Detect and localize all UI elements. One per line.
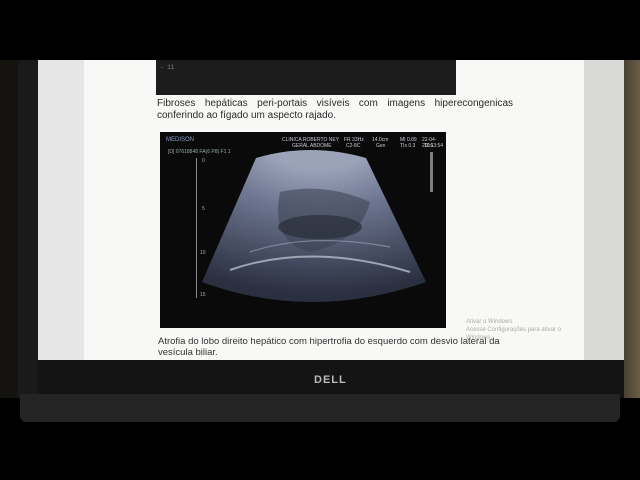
- depth-tick: 10: [200, 250, 206, 256]
- gain-mode: Gen: [376, 143, 386, 149]
- dell-logo: DELL: [314, 374, 347, 386]
- exam-time: 11:13:54: [424, 143, 444, 149]
- background-wall-left: [0, 60, 20, 420]
- watermark-line: Ativar o Windows: [466, 319, 513, 325]
- page-right-margin: [584, 60, 624, 360]
- device-brand: MEDISON: [166, 137, 195, 143]
- laptop-hinge: [20, 394, 620, 422]
- tis-value: TIs 0.3: [400, 143, 416, 149]
- ultrasound-image: 0 5 10 15 MEDISON [D] 07618848 FA(6 P8) …: [160, 132, 446, 328]
- caption-atrophy: Atrofia do lobo direito hepático com hip…: [158, 336, 500, 358]
- background-top: [0, 0, 640, 60]
- watermark-line: Acesse Configurações para ativar o Windo…: [466, 327, 562, 341]
- depth-tick: 0: [202, 158, 205, 164]
- previous-ultrasound-image: - 11: [156, 60, 456, 95]
- depth-scale: [196, 158, 199, 298]
- depth-tick: 15: [200, 292, 206, 298]
- depth-tick: 5: [202, 206, 205, 212]
- caption-fibrosis: Fibroses hepáticas peri-portais visíveis…: [157, 98, 513, 121]
- exam-type: GERAL ABDOME: [292, 143, 332, 149]
- windows-activation-watermark: Ativar o Windows Acesse Configurações pa…: [466, 318, 586, 342]
- probe-type: C2-8C: [346, 143, 361, 149]
- image-marker: - 11: [160, 64, 175, 71]
- laptop-screen: - 11 Fibroses hepáticas peri-portais vis…: [38, 60, 624, 360]
- patient-id: [D] 07618848 FA(6 P8) F1 1: [168, 149, 231, 155]
